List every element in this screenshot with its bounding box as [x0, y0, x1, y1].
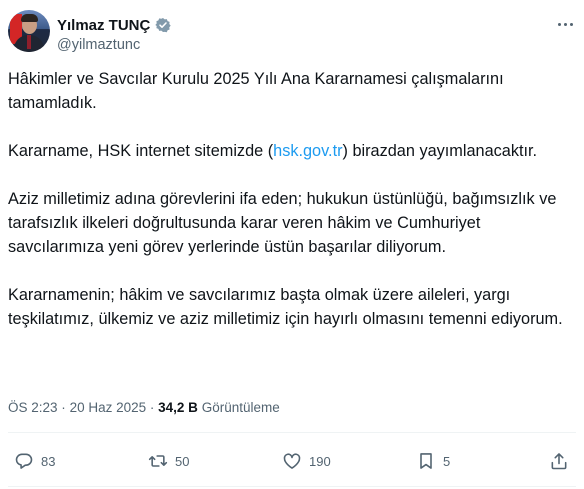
paragraph-text: Kararname, HSK internet sitemizde (	[8, 142, 274, 160]
repost-icon	[148, 455, 168, 467]
avatar-hair	[21, 14, 38, 22]
repost-button[interactable]: 50	[148, 451, 189, 471]
author-handle[interactable]: @yilmaztunc	[57, 37, 140, 53]
share-icon	[551, 453, 567, 470]
tweet-meta: ÖS 2:23 · 20 Haz 2025 · 34,2 B Görüntüle…	[8, 400, 280, 415]
tweet-paragraph: Aziz milletimiz adına görevlerini ifa ed…	[8, 190, 557, 256]
reply-button[interactable]: 83	[14, 451, 55, 471]
reply-count: 83	[41, 453, 56, 469]
like-count: 190	[309, 453, 331, 469]
bookmark-icon	[420, 453, 432, 469]
bookmark-count: 5	[443, 453, 451, 469]
views-label: Görüntüleme	[201, 400, 280, 415]
author-name[interactable]: Yılmaz TUNÇ	[57, 17, 150, 34]
more-icon[interactable]	[556, 12, 576, 32]
avatar-tie	[27, 35, 31, 49]
like-icon	[283, 453, 301, 469]
reply-icon	[15, 453, 33, 469]
meta-separator: ·	[149, 400, 155, 415]
author-name-row: Yılmaz TUNÇ	[57, 15, 172, 35]
views-count: 34,2 B	[158, 400, 198, 415]
tweet-header: Yılmaz TUNÇ @yilmaztunc	[8, 10, 576, 60]
share-button[interactable]	[549, 451, 569, 471]
tweet-paragraph: Kararname, HSK internet sitemizde (hsk.g…	[8, 139, 576, 163]
like-button[interactable]: 190	[282, 451, 331, 471]
tweet-time[interactable]: ÖS 2:23	[8, 400, 58, 415]
action-bar: 83 50 190 5	[0, 440, 584, 482]
tweet-text: Hâkimler ve Savcılar Kurulu 2025 Yılı An…	[8, 67, 576, 355]
paragraph-text: ) birazdan yayımlanacaktır.	[342, 142, 538, 160]
divider	[8, 432, 576, 433]
bookmark-button[interactable]: 5	[416, 451, 450, 471]
meta-separator: ·	[61, 400, 66, 415]
divider	[8, 486, 576, 487]
tweet-date[interactable]: 20 Haz 2025	[70, 400, 147, 415]
tweet-paragraph: Kararnamenin; hâkim ve savcılarımız başt…	[8, 286, 563, 328]
repost-count: 50	[175, 453, 190, 469]
verified-badge-icon	[155, 18, 172, 33]
tweet-paragraph: Hâkimler ve Savcılar Kurulu 2025 Yılı An…	[8, 70, 504, 112]
hsk-link[interactable]: hsk.gov.tr	[273, 142, 342, 160]
avatar[interactable]	[8, 10, 50, 52]
